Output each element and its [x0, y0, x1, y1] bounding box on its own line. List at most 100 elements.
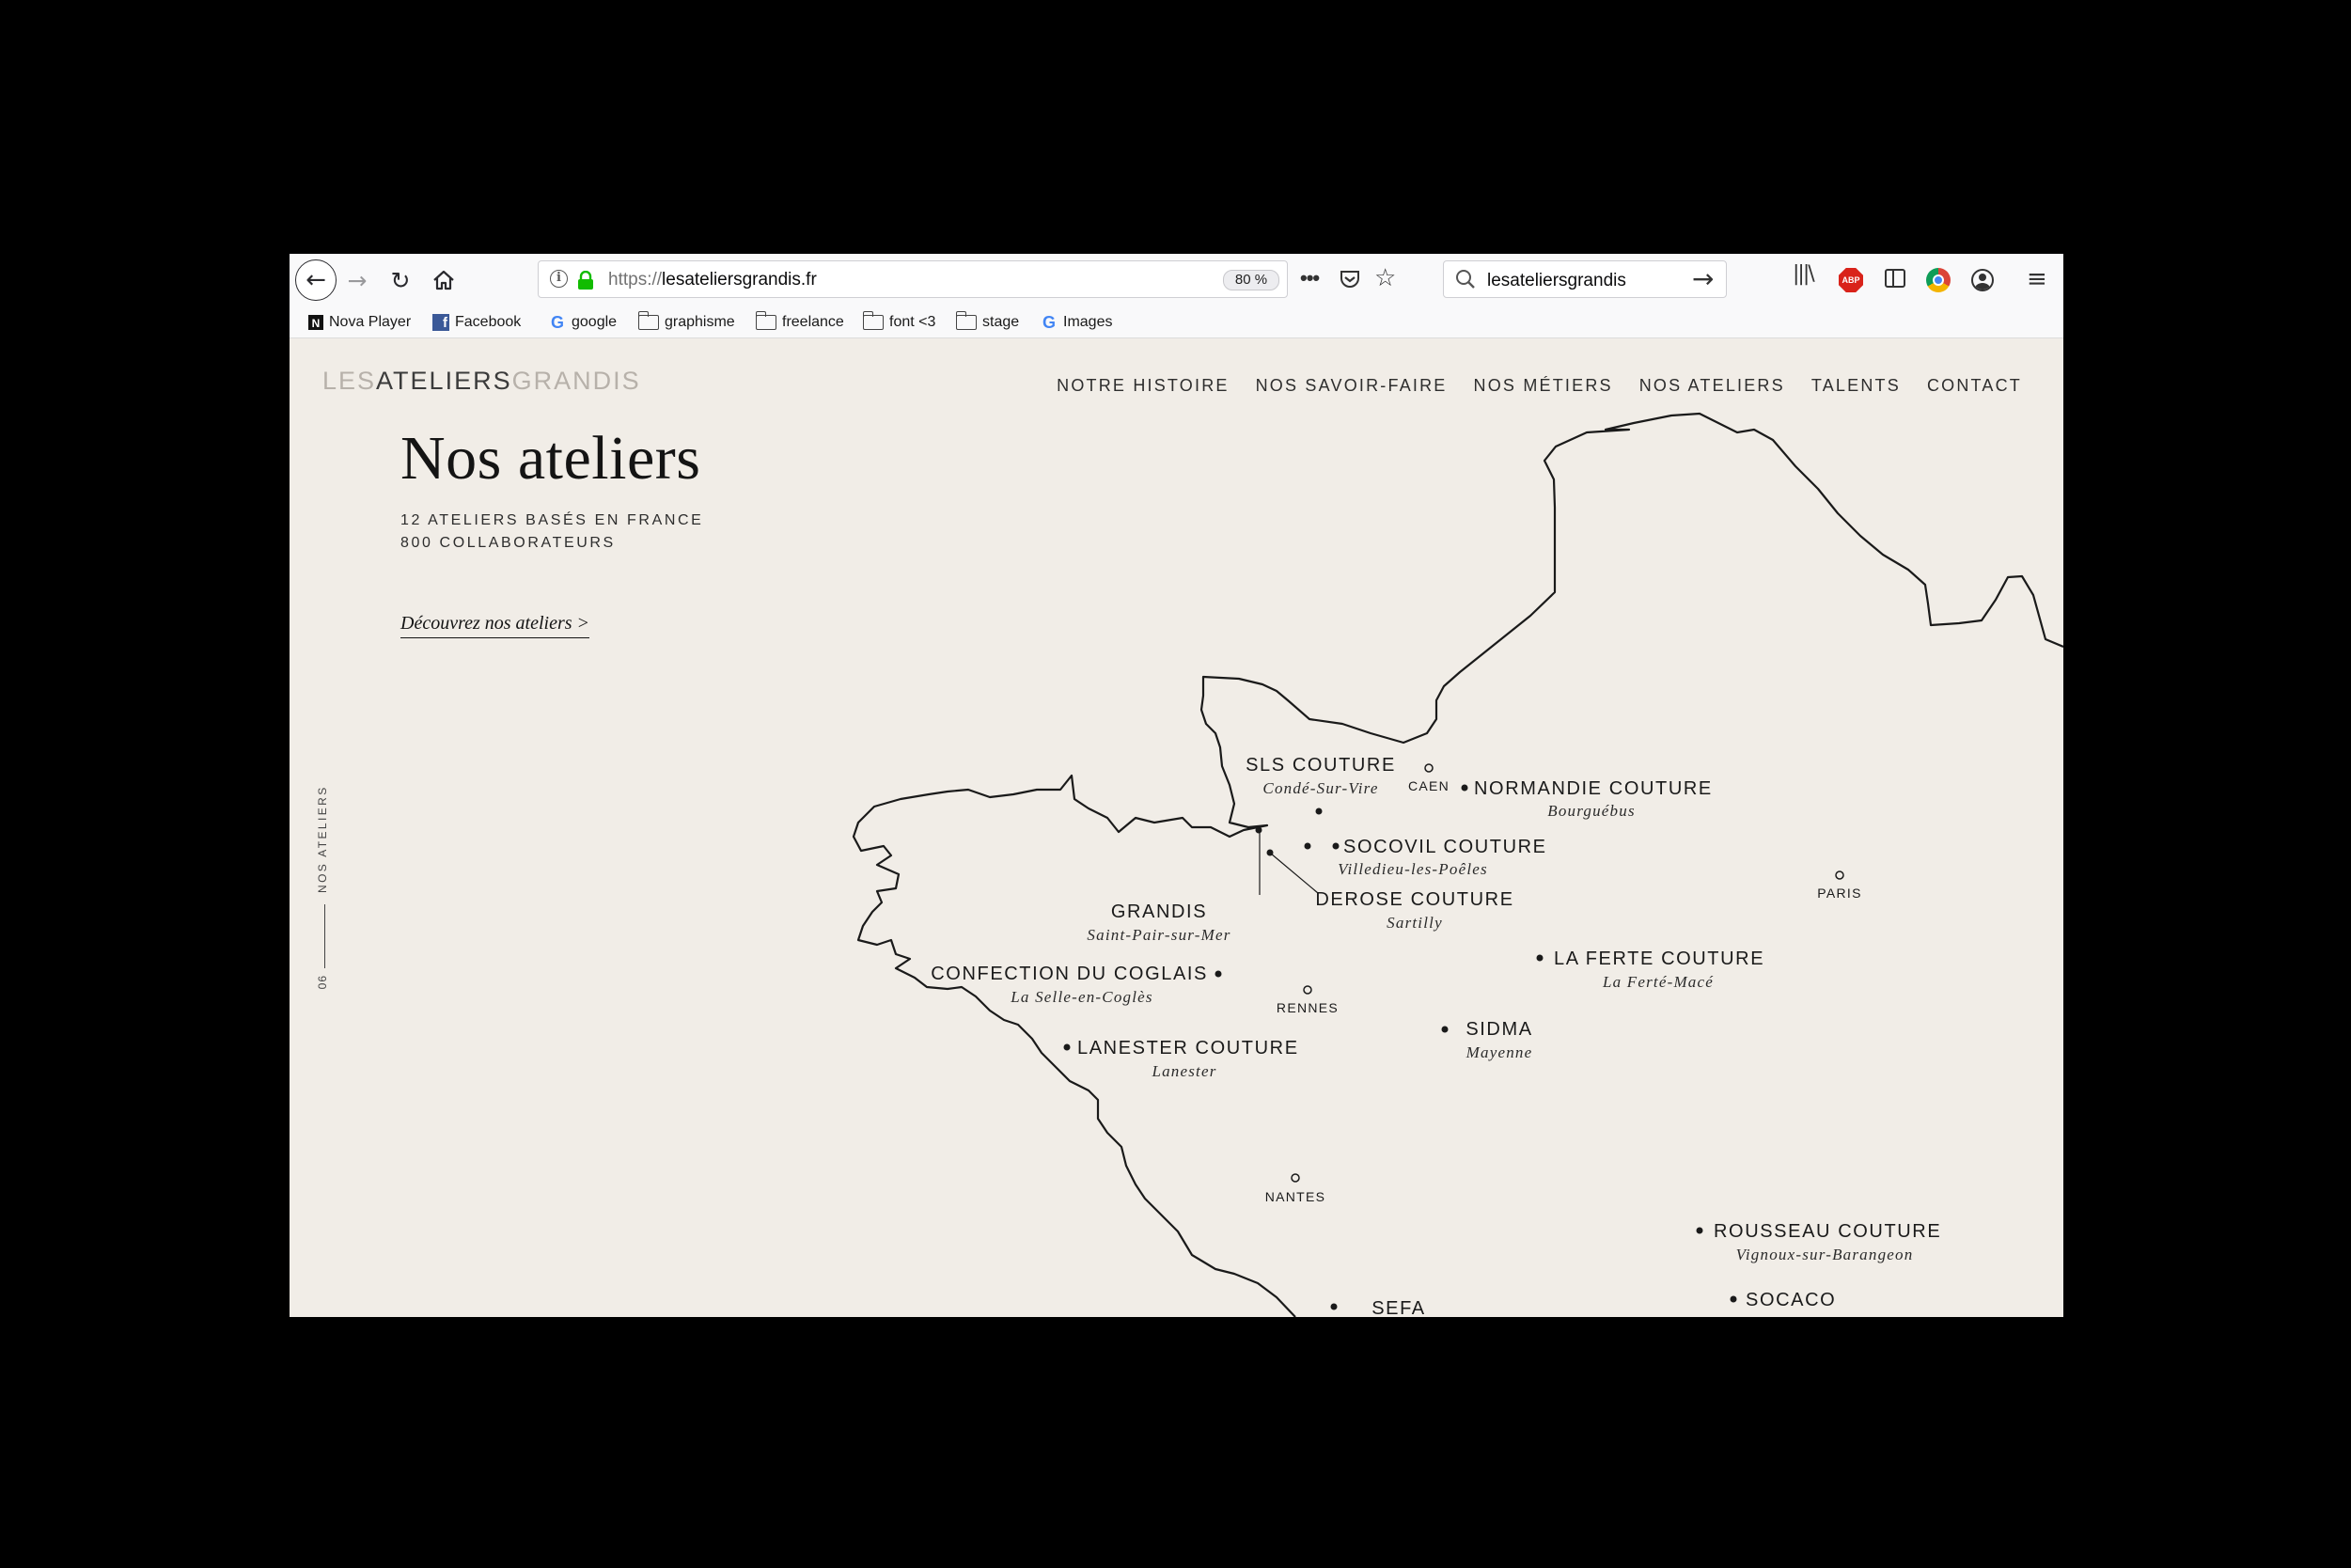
adblock-plus-icon[interactable]: ABP — [1839, 268, 1863, 292]
bookmark-star-icon[interactable]: ☆ — [1374, 264, 1396, 292]
pocket-icon[interactable] — [1340, 270, 1360, 289]
folder-icon — [755, 311, 776, 330]
bookmark-label: Images — [1063, 314, 1113, 330]
atelier-marker — [1441, 1026, 1449, 1033]
atelier-marker — [1063, 1043, 1071, 1051]
atelier-place: La Selle-en-Coglès — [1010, 988, 1152, 1006]
nav-nos-metiers[interactable]: NOS MÉTIERS — [1474, 376, 1613, 396]
atelier-confection-du-coglais[interactable]: CONFECTION DU COGLAIS La Selle-en-Coglès — [931, 964, 1222, 1006]
bookmark-nova-player[interactable]: N Nova Player — [308, 313, 411, 332]
city-label: CAEN — [1408, 778, 1450, 793]
reload-button[interactable]: ↻ — [382, 261, 419, 299]
url-text[interactable]: https://lesateliersgrandis.fr — [608, 270, 817, 290]
atelier-marker — [1266, 849, 1274, 856]
back-button[interactable]: ← — [295, 259, 337, 301]
subtitle-ateliers-count: 12 ATELIERS BASÉS EN FRANCE — [400, 512, 704, 528]
nav-nos-savoir-faire[interactable]: NOS SAVOIR-FAIRE — [1256, 376, 1448, 396]
sidebar-toggle-icon[interactable] — [1885, 269, 1905, 288]
atelier-marker — [1696, 1227, 1703, 1234]
nav-notre-histoire[interactable]: NOTRE HISTOIRE — [1057, 376, 1229, 396]
library-icon[interactable]: |||\ — [1793, 262, 1815, 286]
bookmark-stage[interactable]: stage — [955, 311, 1020, 332]
page-actions-icon[interactable]: ••• — [1300, 266, 1320, 290]
atelier-sls-couture[interactable]: SLS COUTURE Condé-Sur-Vire — [1246, 755, 1396, 815]
atelier-name: LANESTER COUTURE — [1077, 1038, 1299, 1058]
atelier-name: GRANDIS — [1111, 902, 1207, 922]
lock-icon[interactable] — [577, 271, 594, 290]
search-input[interactable]: lesateliersgrandis — [1487, 271, 1626, 291]
forward-button[interactable]: → — [338, 261, 376, 299]
city-label: RENNES — [1277, 1000, 1339, 1015]
atelier-socovil-couture[interactable]: SOCOVIL COUTURE Villedieu-les-Poêles — [1304, 837, 1547, 878]
account-icon[interactable] — [1971, 269, 1994, 291]
discover-ateliers-link[interactable]: Découvrez nos ateliers > — [400, 613, 590, 638]
section-indicator-number: 06 — [316, 975, 329, 990]
nav-nos-ateliers[interactable]: NOS ATELIERS — [1639, 376, 1785, 396]
city-label: PARIS — [1817, 886, 1861, 901]
atelier-place: Villedieu-les-Poêles — [1338, 860, 1488, 878]
atelier-name: CONFECTION DU COGLAIS — [931, 964, 1208, 984]
browser-window: ← → ↻ i https://lesateliersgrandis.fr 80… — [290, 254, 2063, 1317]
search-bar[interactable]: lesateliersgrandis → — [1443, 260, 1727, 298]
google-icon: G — [550, 313, 564, 332]
atelier-name: SOCACO — [1746, 1290, 1836, 1310]
atelier-marker — [1730, 1295, 1737, 1303]
bookmark-images[interactable]: G Images — [1041, 313, 1112, 332]
bookmark-facebook[interactable]: f Facebook — [432, 313, 521, 332]
atelier-la-ferte-couture[interactable]: LA FERTE COUTURE La Ferté-Macé — [1536, 949, 1765, 991]
atelier-marker — [1315, 808, 1323, 815]
atelier-lanester-couture[interactable]: LANESTER COUTURE Lanester — [1063, 1038, 1299, 1080]
info-icon[interactable]: i — [550, 270, 568, 288]
folder-icon — [862, 311, 884, 330]
atelier-marker — [1330, 1303, 1338, 1310]
nav-talents[interactable]: TALENTS — [1811, 376, 1901, 396]
bookmark-freelance[interactable]: freelance — [755, 311, 844, 332]
hamburger-menu-icon[interactable]: ≡ — [2027, 265, 2047, 293]
logo-part: LES — [322, 367, 377, 395]
city-rennes[interactable]: RENNES — [1277, 985, 1339, 1015]
atelier-sefa[interactable]: SEFA — [1330, 1298, 1426, 1317]
zoom-level-badge[interactable]: 80 % — [1223, 270, 1279, 290]
section-indicator: NOS ATELIERS 06 — [316, 785, 335, 992]
atelier-grandis[interactable]: GRANDIS Saint-Pair-sur-Mer — [1087, 826, 1262, 945]
bookmark-google[interactable]: G google — [549, 313, 617, 332]
subtitle-collaborateurs: 800 COLLABORATEURS — [400, 535, 616, 551]
bookmark-label: font <3 — [889, 314, 936, 330]
atelier-marker — [1461, 784, 1468, 792]
site-logo[interactable]: LESATELIERSGRANDIS — [322, 367, 641, 396]
bookmark-font[interactable]: font <3 — [862, 311, 936, 332]
home-button[interactable] — [425, 261, 462, 299]
city-nantes[interactable]: NANTES — [1265, 1173, 1326, 1204]
atelier-sidma[interactable]: SIDMA Mayenne — [1441, 1019, 1533, 1061]
home-icon — [433, 270, 454, 290]
city-paris[interactable]: PARIS — [1817, 870, 1861, 901]
browser-toolbar: ← → ↻ i https://lesateliersgrandis.fr 80… — [290, 254, 2063, 306]
atelier-place: Condé-Sur-Vire — [1262, 779, 1378, 797]
search-go-arrow-icon[interactable]: → — [1692, 263, 1714, 294]
bookmark-label: Facebook — [455, 314, 522, 330]
url-bar[interactable]: i https://lesateliersgrandis.fr 80 % •••… — [538, 260, 1396, 298]
city-caen[interactable]: CAEN — [1408, 763, 1450, 793]
nova-icon: N — [308, 315, 323, 330]
main-nav: NOTRE HISTOIRE NOS SAVOIR-FAIRE NOS MÉTI… — [1057, 376, 2022, 396]
bookmark-label: graphisme — [665, 314, 735, 330]
url-domain: lesateliersgrandis.fr — [662, 270, 817, 290]
atelier-name: SEFA — [1371, 1298, 1426, 1317]
folder-icon — [637, 311, 659, 330]
atelier-socaco[interactable]: SOCACO — [1730, 1290, 1837, 1310]
atelier-place: Mayenne — [1465, 1043, 1533, 1061]
bookmark-label: Nova Player — [329, 314, 412, 330]
bookmark-label: freelance — [782, 314, 844, 330]
atelier-place: Sartilly — [1387, 914, 1443, 932]
bookmark-graphisme[interactable]: graphisme — [637, 311, 735, 332]
atelier-place: Bourguébus — [1547, 802, 1636, 820]
atelier-marker — [1304, 842, 1311, 850]
atelier-name: NORMANDIE COUTURE — [1474, 778, 1713, 799]
atelier-marker — [1255, 826, 1262, 834]
nav-contact[interactable]: CONTACT — [1927, 376, 2022, 396]
chrome-extension-icon[interactable] — [1926, 268, 1951, 292]
atelier-rousseau-couture[interactable]: ROUSSEAU COUTURE Vignoux-sur-Barangeon — [1696, 1221, 1942, 1263]
arrow-right-icon: → — [347, 266, 368, 294]
atelier-normandie-couture[interactable]: NORMANDIE COUTURE Bourguébus — [1461, 778, 1713, 820]
bookmark-label: stage — [982, 314, 1020, 330]
